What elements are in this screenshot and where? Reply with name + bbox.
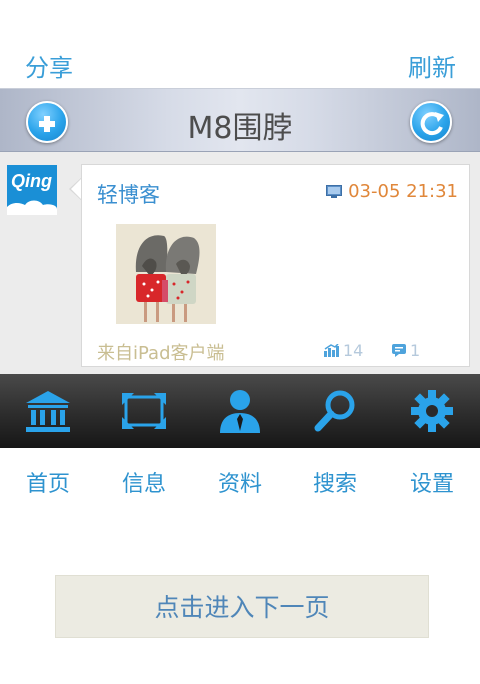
tab-profile[interactable]: 资料 — [200, 466, 280, 498]
bank-icon — [26, 391, 70, 432]
tab-messages[interactable]: 信息 — [104, 466, 184, 498]
refresh-button[interactable] — [410, 101, 452, 143]
tab-search-icon-button[interactable] — [312, 389, 360, 433]
post-author[interactable]: 轻博客 — [97, 179, 160, 209]
page-title: M8围脖 — [187, 111, 293, 146]
post-image[interactable] — [116, 224, 216, 324]
search-icon — [314, 390, 355, 432]
gear-icon — [411, 390, 453, 432]
repost-count: 14 — [343, 341, 364, 360]
repost-icon — [324, 344, 339, 357]
top-links: 分享 刷新 — [0, 0, 480, 88]
cloud-icon — [7, 200, 57, 215]
tab-labels: 首页 信息 资料 搜索 设置 — [0, 448, 480, 512]
comment-count: 1 — [410, 341, 421, 360]
comment-stat[interactable]: 1 — [392, 341, 420, 360]
refresh-icon — [420, 112, 444, 136]
tab-home[interactable]: 首页 — [8, 466, 88, 498]
avatar-logo-text: Qing — [11, 171, 52, 191]
post-card[interactable]: 轻博客 03-05 21:31 来自iPad客户端 14 1 — [81, 164, 470, 367]
frame-icon — [122, 393, 166, 429]
share-link[interactable]: 分享 — [25, 48, 73, 83]
refresh-link[interactable]: 刷新 — [408, 48, 456, 83]
monitor-icon — [326, 185, 343, 198]
repost-stat[interactable]: 14 — [324, 341, 363, 360]
tab-home-icon-button[interactable] — [24, 389, 72, 433]
title-bar: M8围脖 — [0, 88, 480, 152]
tab-messages-icon-button[interactable] — [120, 389, 168, 433]
post-time-group: 03-05 21:31 — [326, 181, 458, 202]
comment-icon — [392, 344, 406, 357]
next-page-button[interactable]: 点击进入下一页 — [55, 575, 429, 638]
post-image-graphic — [116, 224, 216, 324]
tab-profile-icon-button[interactable] — [216, 389, 264, 433]
post-time: 03-05 21:31 — [348, 181, 458, 202]
post-source: 来自iPad客户端 — [97, 343, 225, 364]
avatar[interactable]: Qing — [7, 165, 57, 215]
feed-list: Qing 轻博客 03-05 21:31 来自iPad客户端 14 1 — [0, 152, 480, 374]
person-icon — [220, 390, 260, 433]
tab-settings-icon-button[interactable] — [408, 389, 456, 433]
tab-bar — [0, 374, 480, 448]
tab-search[interactable]: 搜索 — [295, 466, 375, 498]
tab-settings[interactable]: 设置 — [392, 466, 472, 498]
